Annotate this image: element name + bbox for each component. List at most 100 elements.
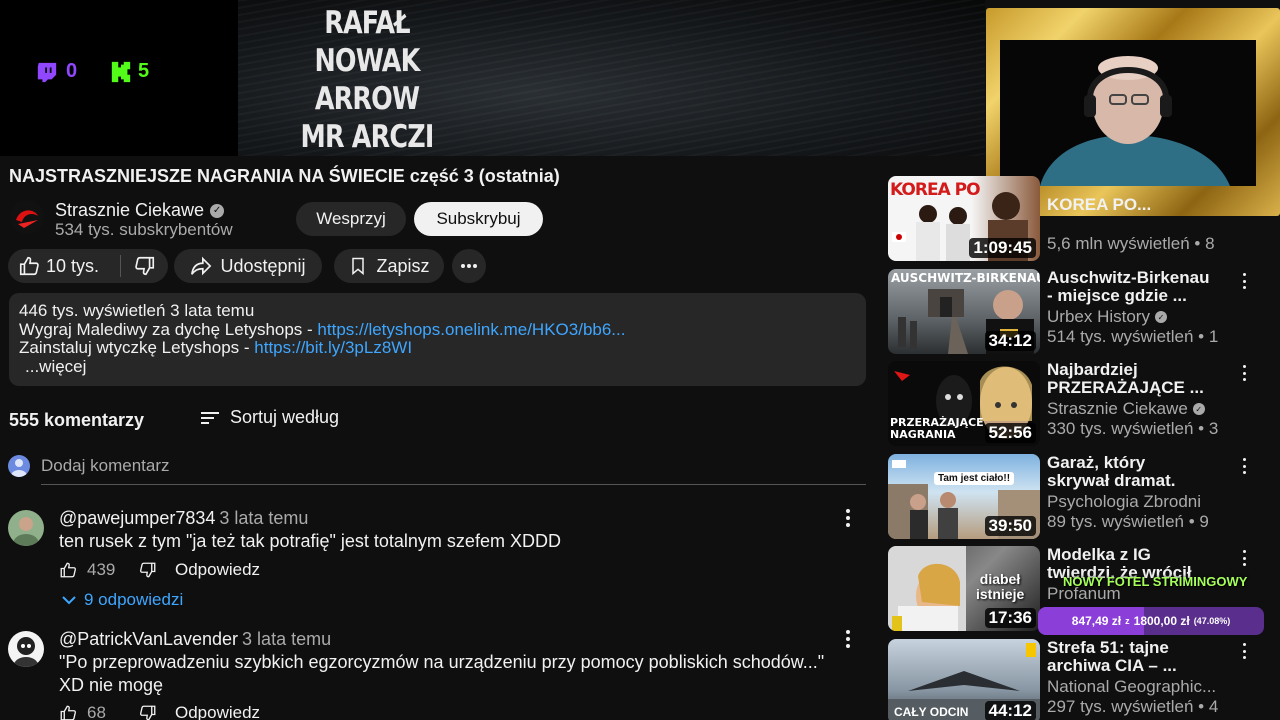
video-menu-icon[interactable] [1241, 458, 1247, 474]
video-title: Auschwitz-Birkenau - miejsce gdzie ... [1047, 268, 1210, 305]
share-label: Udostępnij [220, 255, 306, 276]
channel-name: Psychologia Zbrodni [1047, 492, 1202, 511]
recommended-video[interactable]: PRZERAŻAJĄCE NAGRANIA 52:56 Najbardziej … [888, 361, 1280, 446]
channel-name[interactable]: Strasznie Ciekawe [55, 200, 204, 221]
comment-actions: 439 Odpowiedz [59, 560, 260, 580]
menu-dot [1242, 286, 1246, 289]
menu-dot [846, 643, 850, 648]
donation-goal: 1800,00 zł [1133, 614, 1190, 628]
reply-button[interactable]: Odpowiedz [175, 560, 260, 580]
comment-text: ten rusek z tym "ja też tak potrafię" je… [59, 531, 561, 551]
dislike-button[interactable] [121, 255, 168, 277]
comment-avatar[interactable] [8, 510, 44, 546]
recommended-video[interactable]: CAŁY ODCIN 44:12 Strefa 51: tajne archiw… [888, 639, 1280, 720]
comment-menu-icon[interactable] [843, 629, 853, 649]
video-meta: 297 tys. wyświetleń • 4 [1047, 697, 1219, 716]
comment-time[interactable]: 3 lata temu [219, 508, 308, 529]
verified-icon: ✓ [1154, 311, 1167, 323]
video-duration: 1:09:45 [969, 238, 1036, 258]
subscribe-button[interactable]: Subskrybuj [414, 202, 543, 236]
view-replies-button[interactable]: 9 odpowiedzi [62, 590, 183, 610]
description-text: Zainstaluj wtyczkę Letyshops - [19, 338, 255, 357]
video-thumbnail[interactable]: diabeł istnieje 17:36 [888, 546, 1040, 631]
share-button[interactable]: Udostępnij [174, 249, 322, 283]
video-channel: Urbex History ✓ [1047, 307, 1167, 327]
channel-subscribers: 534 tys. subskrybentów [55, 220, 233, 239]
more-actions-button[interactable] [452, 249, 486, 283]
save-button[interactable]: Zapisz [334, 249, 444, 283]
video-title: Strefa 51: tajne archiwa CIA – ... [1047, 638, 1177, 675]
video-thumbnail[interactable]: KOREA PO 1:09:45 [888, 176, 1040, 261]
description-link[interactable]: https://letyshops.onelink.me/HKO3/bb6... [317, 320, 625, 339]
menu-dot [1242, 273, 1246, 276]
description-line: Wygraj Malediwy za dychę Letyshops - htt… [19, 320, 856, 340]
thumbs-up-icon[interactable] [59, 704, 77, 720]
thumbs-up-icon [19, 256, 39, 276]
recommended-video[interactable]: Tam jest ciało!! 39:50 Garaż, który skry… [888, 454, 1280, 539]
video-thumbnail[interactable]: AUSCHWITZ-BIRKENAU 34:12 [888, 269, 1040, 354]
avatar-image [8, 510, 44, 546]
description-link[interactable]: https://bit.ly/3pLz8WI [254, 338, 412, 357]
donation-percent: (47.08%) [1193, 616, 1231, 626]
like-button[interactable]: 10 tys. [8, 255, 120, 277]
video-channel: National Geographic... [1047, 677, 1216, 697]
thumbnail-text: CAŁY ODCIN [894, 705, 969, 719]
show-more-button[interactable]: ...więcej [19, 357, 856, 377]
video-description[interactable]: 446 tys. wyświetleń 3 lata temu Wygraj M… [9, 293, 866, 386]
comment-author[interactable]: @pawejumper7834 [59, 508, 215, 529]
comments-count: 555 komentarzy [9, 410, 145, 430]
support-button[interactable]: Wesprzyj [296, 202, 406, 236]
add-comment-input[interactable]: Dodaj komentarz [41, 456, 866, 485]
comment-author[interactable]: @PatrickVanLavender [59, 629, 238, 650]
video-title: NAJSTRASZNIEJSZE NAGRANIA NA ŚWIECIE czę… [9, 166, 560, 186]
video-thumbnail[interactable]: CAŁY ODCIN 44:12 [888, 639, 1040, 720]
video-thumbnail[interactable]: Tam jest ciało!! 39:50 [888, 454, 1040, 539]
thumbs-down-icon[interactable] [139, 704, 157, 720]
twitch-count: 0 [66, 60, 78, 82]
menu-dot [1242, 464, 1246, 468]
reply-button[interactable]: Odpowiedz [175, 703, 260, 720]
thumbs-down-icon[interactable] [139, 561, 157, 579]
video-meta: 5,6 mln wyświetleń • 8 [1047, 234, 1215, 253]
kick-count: 5 [138, 60, 150, 82]
replies-label: 9 odpowiedzi [84, 590, 184, 609]
video-menu-icon[interactable] [1241, 273, 1247, 289]
video-menu-icon[interactable] [1241, 365, 1247, 381]
recommended-video[interactable]: AUSCHWITZ-BIRKENAU 34:12 Auschwitz-Birke… [888, 269, 1280, 354]
channel-avatar[interactable] [10, 200, 44, 234]
menu-dot [846, 522, 850, 527]
description-line: Zainstaluj wtyczkę Letyshops - https://b… [19, 338, 856, 358]
donation-current: 847,49 zł [1071, 614, 1122, 628]
sort-comments-button[interactable]: Sortuj według [200, 407, 339, 428]
menu-dot [846, 636, 850, 641]
comment-text: "Po przeprowadzeniu szybkich egzorcyzmów… [59, 652, 825, 695]
menu-dot [1242, 458, 1246, 461]
menu-dot [846, 515, 850, 520]
video-thumbnail[interactable]: PRZERAŻAJĄCE NAGRANIA 52:56 [888, 361, 1040, 446]
video-title: KOREA PO... [1047, 195, 1152, 214]
channel-name-row[interactable]: Strasznie Ciekawe ✓ [55, 200, 225, 221]
comment-time[interactable]: 3 lata temu [242, 629, 331, 650]
video-title: Najbardziej PRZERAŻAJĄCE ... [1047, 360, 1204, 397]
channel-name: National Geographic... [1047, 677, 1217, 696]
donation-progress-bar: 847,49 zł z 1800,00 zł (47.08%) [1038, 607, 1264, 635]
chevron-down-icon [62, 596, 76, 605]
like-count: 10 tys. [46, 255, 100, 276]
video-duration: 17:36 [984, 608, 1036, 628]
recommended-video[interactable]: KOREA PO 1:09:45 KOREA PO... 5,6 mln wyś… [888, 176, 1280, 261]
verified-icon: ✓ [210, 203, 225, 218]
video-menu-icon[interactable] [1241, 550, 1247, 566]
description-stats: 446 tys. wyświetleń 3 lata temu [19, 301, 255, 320]
thumbs-up-icon[interactable] [59, 561, 77, 579]
comment-menu-icon[interactable] [843, 508, 853, 528]
video-meta: 514 tys. wyświetleń • 1 [1047, 327, 1219, 346]
video-menu-icon[interactable] [1241, 643, 1247, 659]
video-meta: 89 tys. wyświetleń • 9 [1047, 512, 1209, 531]
bookmark-icon [352, 257, 365, 276]
comment-header: @pawejumper7834 3 lata temu [59, 508, 308, 529]
more-horizontal-icon [461, 264, 477, 268]
menu-dot [1242, 378, 1246, 381]
comment-avatar[interactable] [8, 631, 44, 667]
save-label: Zapisz [376, 255, 430, 276]
share-icon [191, 256, 212, 276]
